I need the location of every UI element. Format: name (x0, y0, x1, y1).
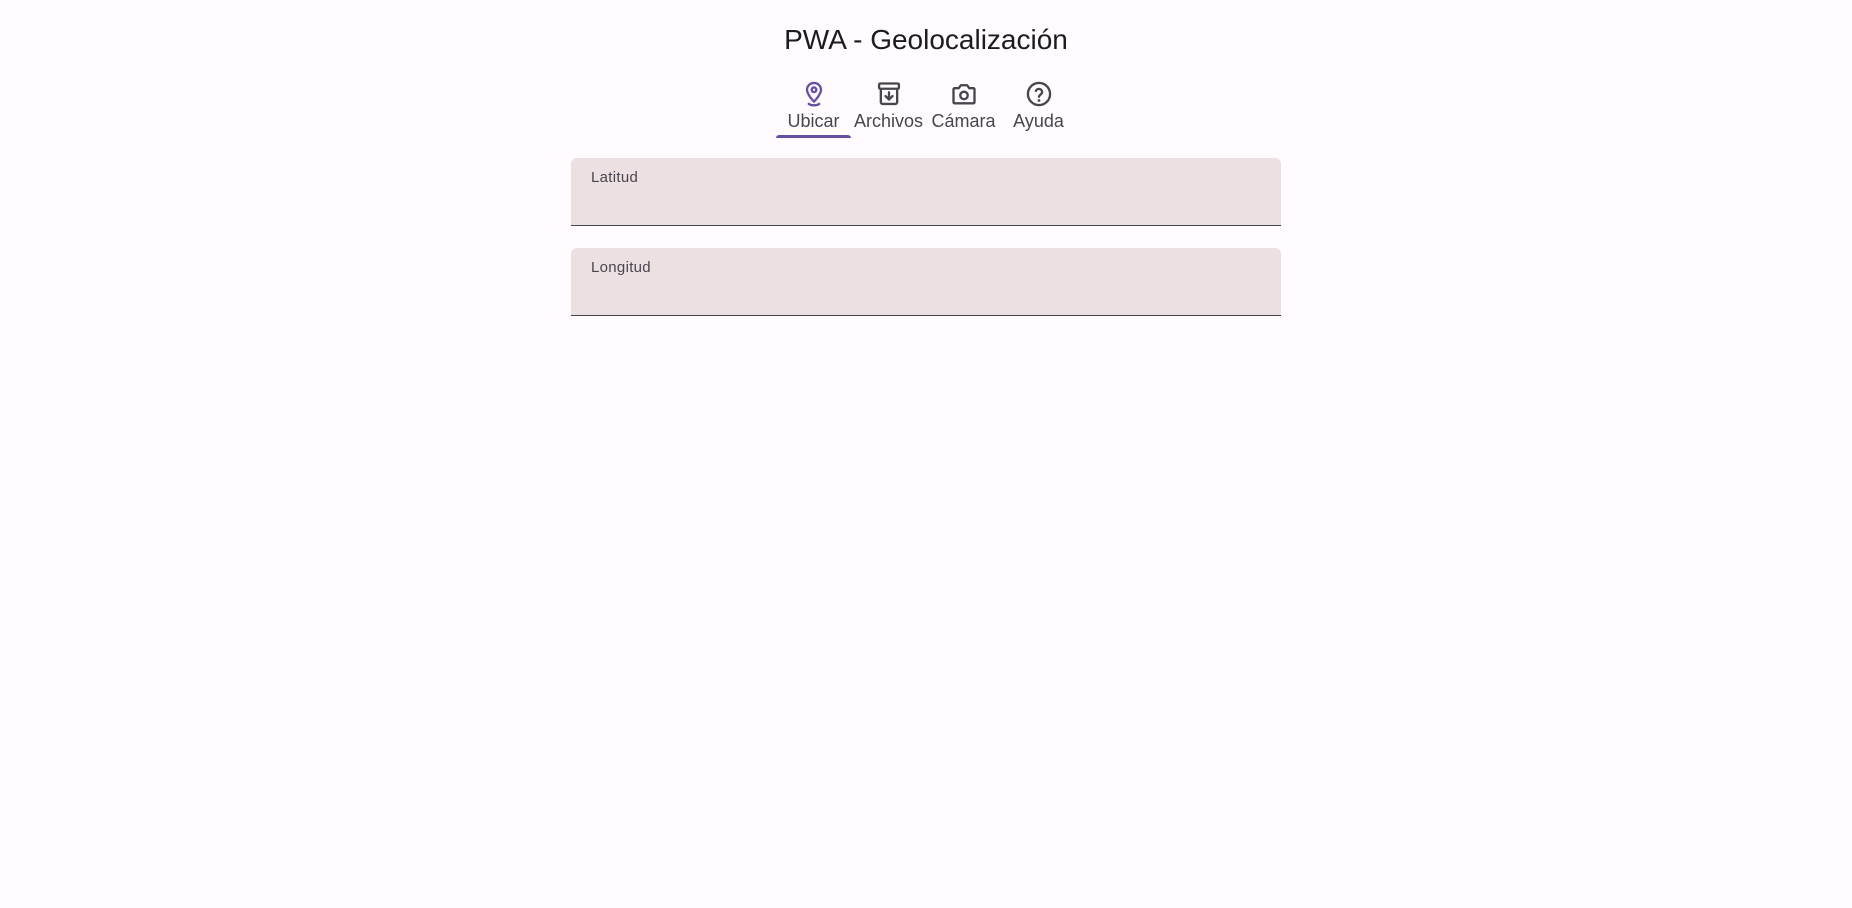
tab-ayuda[interactable]: Ayuda (1001, 74, 1076, 138)
page-title: PWA - Geolocalización (784, 24, 1068, 55)
tab-label: Ayuda (1013, 111, 1064, 131)
tab-bar: Ubicar Archivos Cámara Ayuda (776, 74, 1076, 138)
longitude-label: Longitud (591, 259, 651, 276)
archive-download-icon (875, 80, 903, 108)
latitude-label: Latitud (591, 169, 639, 186)
tab-archivos[interactable]: Archivos (851, 74, 926, 138)
tab-camara[interactable]: Cámara (926, 74, 1001, 138)
tab-label: Cámara (931, 111, 996, 131)
active-tab-indicator (776, 135, 851, 138)
tab-label: Ubicar (787, 111, 840, 131)
latitude-field[interactable]: Latitud (571, 158, 1281, 226)
longitude-input[interactable] (591, 282, 1261, 308)
latitude-input[interactable] (591, 192, 1261, 218)
location-pin-icon (800, 80, 828, 108)
tab-label: Archivos (853, 111, 924, 131)
longitude-field[interactable]: Longitud (571, 248, 1281, 316)
camera-icon (950, 80, 978, 108)
tab-ubicar[interactable]: Ubicar (776, 74, 851, 138)
help-circle-icon (1025, 80, 1053, 108)
